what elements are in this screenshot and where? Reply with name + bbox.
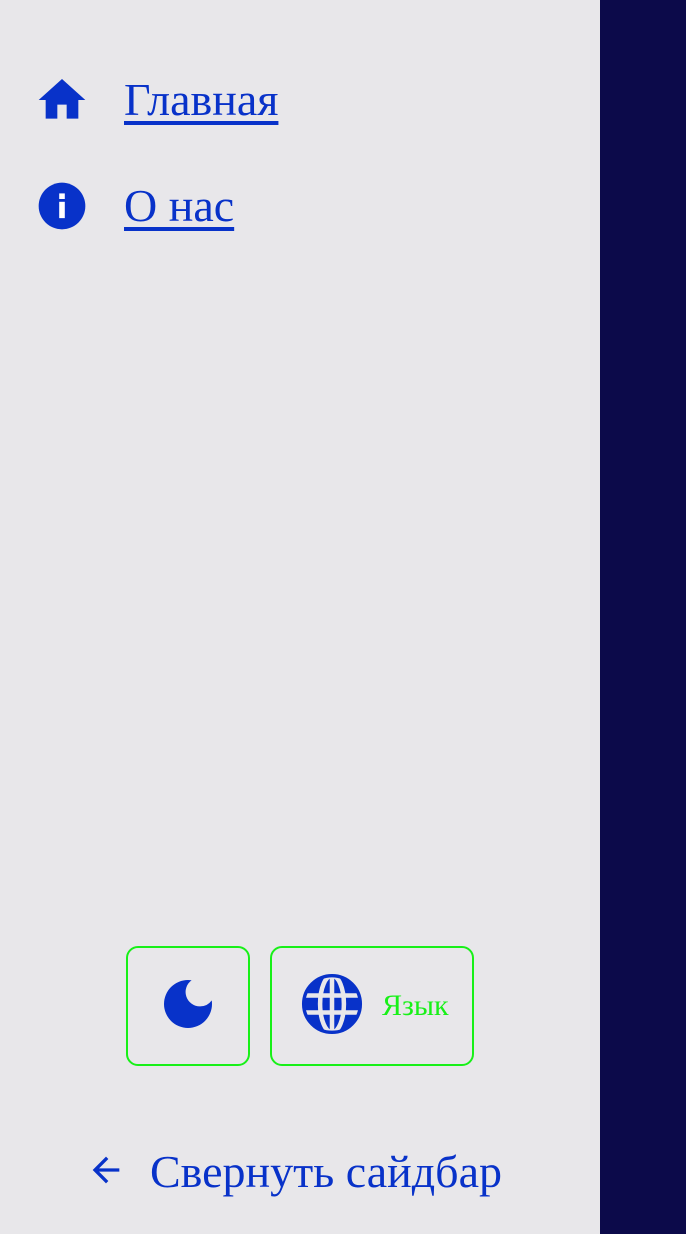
- sidebar-item-label: Главная: [124, 74, 279, 125]
- language-button[interactable]: Язык: [270, 946, 474, 1066]
- info-icon: [34, 178, 90, 234]
- arrow-left-icon: [86, 1150, 126, 1195]
- sidebar-item-label: О нас: [124, 180, 235, 231]
- home-icon: [34, 72, 90, 128]
- globe-icon: [298, 970, 366, 1043]
- sidebar: Главная О нас Язык Свернуть сайдбар: [0, 0, 600, 1234]
- main-content-area: [600, 0, 686, 1234]
- app-window: Главная О нас Язык Свернуть сайдбар: [0, 0, 686, 1234]
- collapse-sidebar-label: Свернуть сайдбар: [150, 1146, 502, 1197]
- sidebar-item-home[interactable]: Главная: [34, 70, 278, 130]
- collapse-sidebar-button[interactable]: Свернуть сайдбар: [86, 1140, 502, 1204]
- sidebar-item-about[interactable]: О нас: [34, 176, 234, 236]
- language-button-label: Язык: [382, 989, 449, 1022]
- moon-icon: [156, 972, 220, 1041]
- theme-toggle-button[interactable]: [126, 946, 250, 1066]
